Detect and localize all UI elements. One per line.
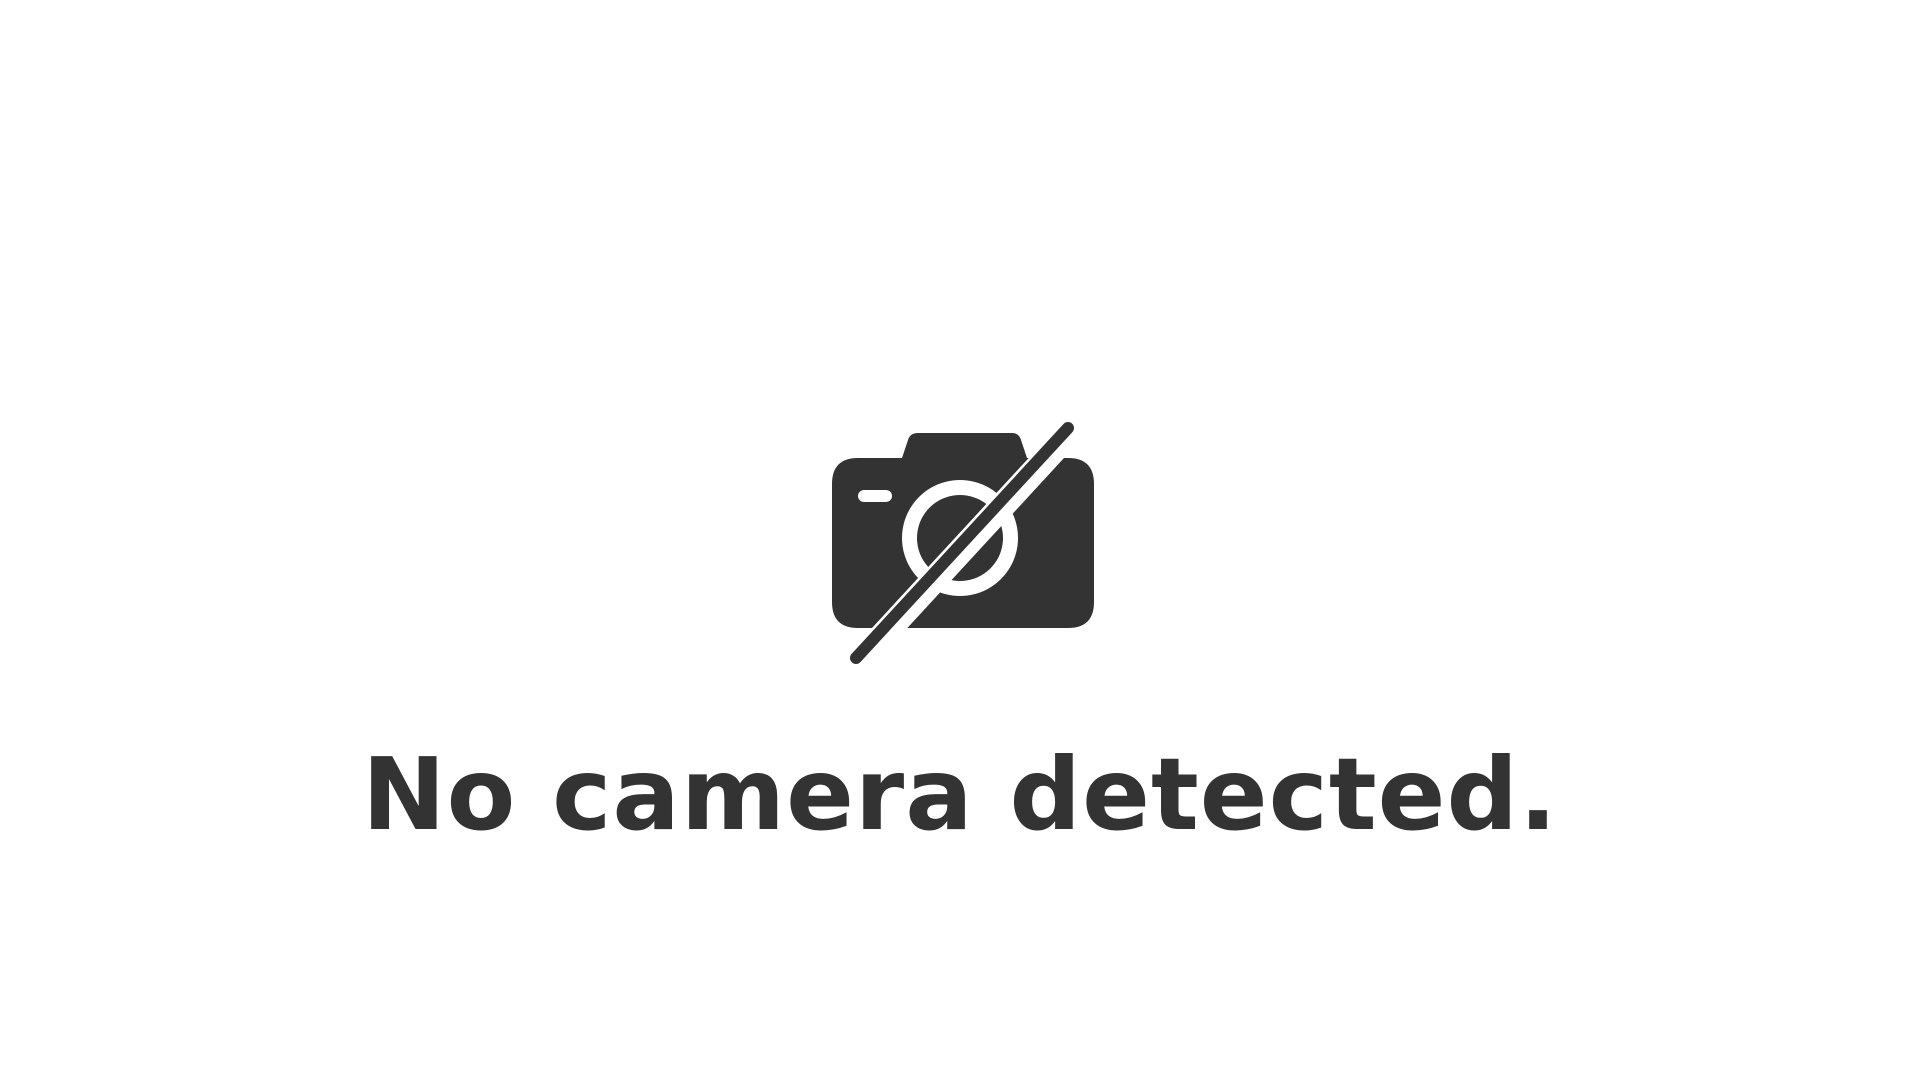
no-camera-screen: No camera detected. <box>0 0 1920 1080</box>
no-camera-message: No camera detected. <box>361 736 1559 853</box>
no-camera-icon <box>832 418 1094 668</box>
